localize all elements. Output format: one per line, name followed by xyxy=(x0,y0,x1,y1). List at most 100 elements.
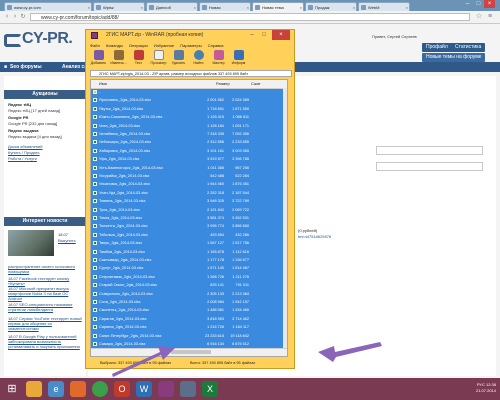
delete-button[interactable]: Удалить xyxy=(170,49,187,68)
scrollbar-thumb[interactable] xyxy=(171,350,211,354)
sidebar-item[interactable]: Google PR xyxy=(8,115,28,120)
archive-path-bar[interactable]: 2ГИС МАРТ.zip\rgis_2014-03 - ZIP архив, … xyxy=(90,70,292,77)
topic-link[interactable]: tml=t4751#625976 xyxy=(298,234,331,239)
column-size[interactable]: Размер xyxy=(216,80,230,88)
close-window-icon[interactable]: × xyxy=(484,0,495,8)
close-icon[interactable]: × xyxy=(194,3,196,11)
file-row[interactable]: Саранск_2gis_2014-03.xlsx 1 216 726 1 184 … xyxy=(91,324,287,330)
address-bar[interactable]: www.cy-pr.com/forum/topic/add/88/ xyxy=(30,13,470,21)
file-row[interactable]: Тверь_2gis_2014-03.xlsx 1 567 127 1 517 75… xyxy=(91,240,287,246)
file-row[interactable]: Саратов_2gis_2014-03.xlsx 3 818 953 3 714 … xyxy=(91,316,287,322)
firefox-icon[interactable] xyxy=(70,381,86,397)
file-row[interactable]: Ставрополь_2gis_2014-03.xlsx 2 305 133 2 2… xyxy=(91,291,287,297)
ie-icon[interactable]: e xyxy=(48,381,64,397)
sidebar-link[interactable]: Купить / Продать xyxy=(8,150,40,155)
tab-novaya[interactable]: Новая × xyxy=(199,2,251,11)
tab-new-topic[interactable]: Новая тема × xyxy=(252,2,304,11)
column-packed[interactable]: Сжат xyxy=(251,80,261,88)
file-row[interactable]: Сыктывкар_2gis_2014-03.xlsx 1 177 178 1 13… xyxy=(91,257,287,263)
find-button[interactable]: Найти xyxy=(190,49,207,68)
news-link[interactable]: 18.07 Сервис YouTube тестирует новый сер… xyxy=(8,316,82,331)
winrar-title-bar[interactable]: 2ГИС МАРТ.zip - WinRAR (пробная копия) –… xyxy=(86,30,294,41)
info-button[interactable]: Информ xyxy=(230,49,247,68)
sidebar-link[interactable]: Доска объявлений xyxy=(8,144,42,149)
winrar-icon[interactable] xyxy=(158,381,174,397)
close-icon[interactable]: × xyxy=(353,3,355,11)
file-row[interactable]: Тамбов_2gis_2014-03.xlsx 1 155 878 1 112 6… xyxy=(91,249,287,255)
file-row[interactable]: Якутск_2gis_2014-03.xlsx 1 718 691 1 671 5… xyxy=(91,106,287,112)
tab-cy-pr[interactable]: www.cy-pr.com × xyxy=(4,2,92,11)
sidebar-item[interactable]: Яндекс тИЦ xyxy=(8,102,31,107)
file-row[interactable]: Старый Оскол_2gis_2014-03.xlsx 825 141 791… xyxy=(91,282,287,288)
file-row[interactable]: Улан-Удэ_2gis_2014-03.xlsx 2 252 318 2 187… xyxy=(91,190,287,196)
minimize-icon[interactable]: – xyxy=(246,30,258,40)
add-button[interactable]: Добавить xyxy=(90,49,107,68)
file-row[interactable]: Тольятти_2gis_2014-03.xlsx 3 995 774 3 856… xyxy=(91,223,287,229)
system-tray[interactable]: РУС 12:38 21.07.2014 xyxy=(476,382,496,394)
file-row[interactable]: Усть-Каменогорск_2gis_2014-03.xlsx 1 011 … xyxy=(91,165,287,171)
vertical-scrollbar[interactable] xyxy=(283,88,287,350)
profile-button[interactable]: Профайл xyxy=(422,43,452,52)
file-row[interactable]: Санкт-Петербург_2gis_2014-03.xlsx 23 233 … xyxy=(91,333,287,339)
news-link[interactable]: распространение своего голосового помощн… xyxy=(8,264,82,274)
file-row[interactable]: Чита_2gis_2014-03.xlsx 1 128 184 1 091 171 xyxy=(91,123,287,129)
view-button[interactable]: Просмотр xyxy=(150,49,167,68)
tab-webm[interactable]: WebM × xyxy=(358,2,410,11)
tab-danilob[interactable]: Данілоб × xyxy=(146,2,198,11)
file-explorer-icon[interactable] xyxy=(26,381,42,397)
menu-commands[interactable]: Команды xyxy=(106,43,123,48)
nav-seo-forums[interactable]: Seo форумы xyxy=(10,64,42,70)
close-icon[interactable]: × xyxy=(272,30,290,40)
opera-icon[interactable]: O xyxy=(114,381,130,397)
maximize-icon[interactable]: □ xyxy=(473,0,484,8)
file-row[interactable]: Ярославль_2gis_2014-03.xlsx 2 001 562 2 02… xyxy=(91,97,287,103)
back-icon[interactable]: ‹ xyxy=(3,13,11,21)
menu-help[interactable]: Справка xyxy=(208,43,224,48)
close-icon[interactable]: × xyxy=(141,3,143,11)
news-link[interactable]: 18.07 Facebook тестирует кнопку «Купить» xyxy=(8,276,82,286)
news-link[interactable]: Выкупить xyxy=(58,238,76,243)
wizard-button[interactable]: Мастер xyxy=(210,49,227,68)
star-icon[interactable]: ☆ xyxy=(475,13,483,21)
news-link[interactable]: 18.07 В Google Play у пользователей забл… xyxy=(8,334,82,349)
tab-wpisz[interactable]: Wpisz × xyxy=(93,2,145,11)
menu-operations[interactable]: Операции xyxy=(129,43,148,48)
file-row[interactable]: Тюмень_2gis_2014-03.xlsx 3 948 325 3 722 7… xyxy=(91,198,287,204)
close-icon[interactable]: × xyxy=(406,3,408,11)
start-icon[interactable]: ⊞ xyxy=(4,381,20,397)
file-row[interactable]: Сургут_2gis_2014-03.xlsx 1 571 140 1 514 4… xyxy=(91,265,287,271)
site-logo[interactable]: CY-PR. xyxy=(22,30,73,48)
sidebar-link[interactable]: Работа / Услуги xyxy=(8,156,37,161)
file-row[interactable]: Самара_2gis_2014-03.xlsx 6 916 134 6 675 5… xyxy=(91,341,287,347)
form-field[interactable] xyxy=(376,146,483,155)
extract-button[interactable]: Извлечь... xyxy=(110,49,127,68)
news-link[interactable]: 18.07 Microsoft прекратит выпуск смартфо… xyxy=(8,286,82,301)
column-name[interactable]: Имя xyxy=(99,80,107,88)
close-icon[interactable]: × xyxy=(300,3,302,11)
file-row[interactable]: Уфа_2gis_2014-03.xlsx 3 519 577 3 398 785 xyxy=(91,156,287,162)
file-row[interactable]: Челябинск_2gis_2014-03.xlsx 7 318 335 7 09… xyxy=(91,131,287,137)
menu-options[interactable]: Параметры xyxy=(180,43,201,48)
tab-prodazh[interactable]: Продаж × xyxy=(305,2,357,11)
close-icon[interactable]: × xyxy=(247,3,249,11)
file-row[interactable]: Сочи_2gis_2014-03.xlsx 2 008 984 1 942 157 xyxy=(91,299,287,305)
minimize-icon[interactable]: – xyxy=(462,0,473,8)
new-topics-button[interactable]: Новые темы на форуме xyxy=(422,53,486,62)
chrome-icon[interactable] xyxy=(92,381,108,397)
file-row[interactable]: .. xyxy=(91,89,287,95)
file-row[interactable]: Тобольск_2gis_2014-03.xlsx 453 554 432 286 xyxy=(91,232,287,238)
reload-icon[interactable]: ↻ xyxy=(19,13,27,21)
file-row[interactable]: Тула_2gis_2014-03.xlsx 2 121 842 2 069 722 xyxy=(91,207,287,213)
menu-icon[interactable]: ≡ xyxy=(486,13,494,21)
language-indicator[interactable]: РУС xyxy=(477,382,485,387)
close-icon[interactable]: × xyxy=(88,3,90,11)
file-row[interactable]: Ульяновск_2gis_2014-03.xlsx 1 944 460 1 87… xyxy=(91,181,287,187)
app-icon[interactable] xyxy=(180,381,196,397)
test-button[interactable]: Тест xyxy=(130,49,147,68)
horizontal-scrollbar[interactable] xyxy=(91,348,287,356)
forward-icon[interactable]: › xyxy=(11,13,19,21)
file-list[interactable]: Имя Размер Сжат .. Ярославль_2gis_2014-03… xyxy=(90,79,288,357)
news-thumbnail[interactable] xyxy=(8,230,54,256)
file-row[interactable]: Томск_2gis_2014-03.xlsx 3 581 374 3 452 53… xyxy=(91,215,287,221)
maximize-icon[interactable]: □ xyxy=(258,30,270,40)
